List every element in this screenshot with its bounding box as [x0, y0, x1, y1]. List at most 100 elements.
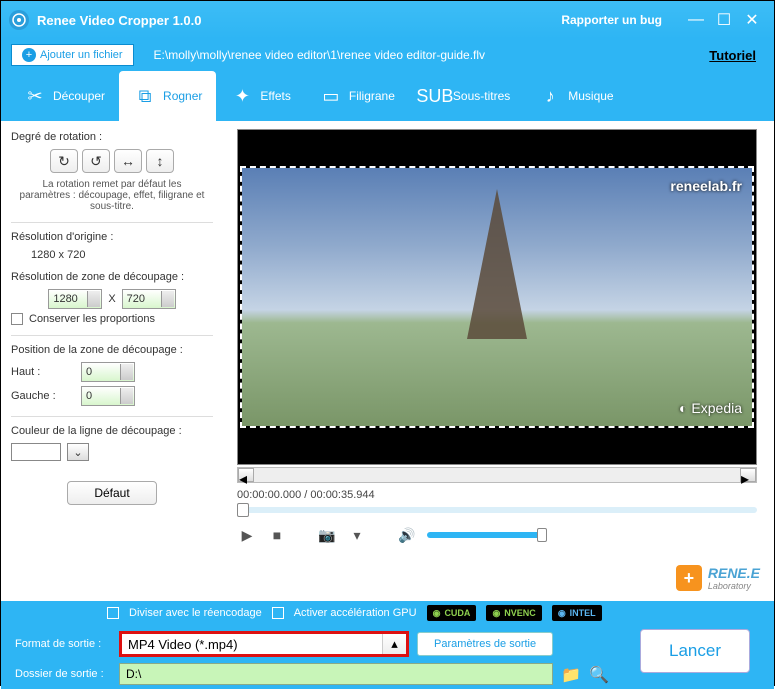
crop-top-input[interactable]: 0: [81, 362, 135, 382]
volume-slider[interactable]: [427, 532, 547, 538]
add-file-label: Ajouter un fichier: [40, 49, 123, 61]
tab-crop[interactable]: ⧉ Rogner: [119, 71, 216, 121]
maximize-button[interactable]: ☐: [710, 10, 738, 30]
watermark-text: reneelab.fr: [670, 178, 742, 194]
rene-brand: RENE.E: [708, 565, 760, 581]
file-path-display: E:\molly\molly\renee video editor\1\rene…: [154, 48, 710, 62]
tab-effects[interactable]: ✦ Effets: [216, 71, 304, 121]
folder-label: Dossier de sortie :: [15, 668, 111, 680]
tutorial-link[interactable]: Tutoriel: [709, 48, 756, 63]
tab-cut-label: Découper: [53, 89, 105, 103]
left-label: Gauche :: [11, 390, 81, 402]
scroll-right-button[interactable]: ▸: [740, 468, 756, 482]
rotation-label: Degré de rotation :: [11, 131, 213, 143]
snapshot-dropdown[interactable]: ▾: [347, 525, 367, 545]
original-resolution-value: 1280 x 720: [31, 249, 213, 261]
seek-thumb[interactable]: [237, 503, 249, 517]
music-icon: ♪: [538, 84, 562, 108]
launch-button[interactable]: Lancer: [640, 629, 750, 673]
nvenc-badge: ◉ NVENC: [486, 605, 541, 621]
close-button[interactable]: ✕: [738, 10, 766, 30]
rene-logo: + RENE.E Laboratory: [676, 565, 760, 591]
play-button[interactable]: ▶: [237, 525, 257, 545]
default-button[interactable]: Défaut: [67, 481, 157, 505]
tab-music[interactable]: ♪ Musique: [524, 71, 627, 121]
tab-cut[interactable]: ✂ Découper: [9, 71, 119, 121]
wand-icon: ✦: [230, 84, 254, 108]
crop-width-input[interactable]: 1280: [48, 289, 102, 309]
top-label: Haut :: [11, 366, 81, 378]
output-format-select[interactable]: MP4 Video (*.mp4) ▴: [119, 631, 409, 657]
subtitle-icon: SUB: [423, 84, 447, 108]
keep-ratio-label: Conserver les proportions: [29, 313, 155, 325]
output-bar: Format de sortie : MP4 Video (*.mp4) ▴ P…: [1, 625, 774, 689]
app-logo-icon: [9, 10, 29, 30]
eiffel-tower-graphic: [467, 189, 527, 339]
video-preview[interactable]: reneelab.fr ◐ Expedia: [237, 129, 757, 465]
playback-controls: ▶ ■ 📷 ▾ 🔊: [237, 525, 760, 545]
line-color-swatch[interactable]: [11, 443, 61, 461]
crop-left-input[interactable]: 0: [81, 386, 135, 406]
volume-thumb[interactable]: [537, 528, 547, 542]
scissors-icon: ✂: [23, 84, 47, 108]
tab-crop-label: Rogner: [163, 89, 202, 103]
expedia-badge: ◐ Expedia: [679, 400, 742, 416]
line-color-dropdown[interactable]: ⌄: [67, 443, 89, 461]
expedia-icon: ◐: [679, 400, 687, 416]
crop-position-label: Position de la zone de découpage :: [11, 344, 213, 356]
rotate-cw-button[interactable]: ↻: [50, 149, 78, 173]
file-toolbar: Ajouter un fichier E:\molly\molly\renee …: [1, 39, 774, 71]
crop-selection-box[interactable]: reneelab.fr ◐ Expedia: [240, 166, 754, 428]
rene-cross-icon: +: [676, 565, 702, 591]
expedia-label: Expedia: [691, 400, 742, 416]
seek-slider[interactable]: [237, 507, 757, 513]
rotate-ccw-button[interactable]: ↺: [82, 149, 110, 173]
split-reencode-checkbox[interactable]: [107, 607, 119, 619]
flip-vertical-button[interactable]: ↕: [146, 149, 174, 173]
horizontal-scrollbar[interactable]: ◂ ▸: [237, 467, 757, 483]
preview-panel: reneelab.fr ◐ Expedia ◂ ▸ 00:00:00.000 /…: [223, 121, 774, 601]
line-color-label: Couleur de la ligne de découpage :: [11, 425, 213, 437]
split-reencode-label: Diviser avec le réencodage: [129, 607, 262, 619]
scroll-left-button[interactable]: ◂: [238, 468, 254, 482]
stop-button[interactable]: ■: [267, 525, 287, 545]
format-label: Format de sortie :: [15, 638, 111, 650]
crop-icon: ⧉: [133, 84, 157, 108]
volume-button[interactable]: 🔊: [397, 525, 417, 545]
tab-subtitles[interactable]: SUB Sous-titres: [409, 71, 524, 121]
browse-folder-icon[interactable]: 📁: [561, 665, 581, 683]
x-separator: X: [108, 293, 115, 305]
intel-badge: ◉ INTEL: [552, 605, 602, 621]
tab-subtitles-label: Sous-titres: [453, 89, 510, 103]
format-dropdown-arrow[interactable]: ▴: [382, 634, 406, 654]
gpu-accel-label: Activer accélération GPU: [294, 607, 417, 619]
format-value: MP4 Video (*.mp4): [128, 637, 238, 652]
tab-music-label: Musique: [568, 89, 613, 103]
app-title: Renee Video Cropper 1.0.0: [37, 13, 561, 28]
main-tabs: ✂ Découper ⧉ Rogner ✦ Effets ▭ Filigrane…: [1, 71, 774, 121]
original-resolution-label: Résolution d'origine :: [11, 231, 213, 243]
crop-settings-panel: Degré de rotation : ↻ ↺ ↔ ↕ La rotation …: [1, 121, 223, 601]
output-settings-button[interactable]: Paramètres de sortie: [417, 632, 553, 656]
report-bug-link[interactable]: Rapporter un bug: [561, 13, 662, 27]
tab-watermark[interactable]: ▭ Filigrane: [305, 71, 409, 121]
minimize-button[interactable]: —: [682, 10, 710, 30]
encoding-options-row: Diviser avec le réencodage Activer accél…: [1, 601, 774, 625]
output-folder-input[interactable]: [119, 663, 553, 685]
rotation-note: La rotation remet par défaut les paramèt…: [19, 179, 205, 212]
tab-watermark-label: Filigrane: [349, 89, 395, 103]
keep-ratio-checkbox[interactable]: [11, 313, 23, 325]
cuda-badge: ◉ CUDA: [427, 605, 477, 621]
crop-height-input[interactable]: 720: [122, 289, 176, 309]
titlebar: Renee Video Cropper 1.0.0 Rapporter un b…: [1, 1, 774, 39]
add-file-button[interactable]: Ajouter un fichier: [11, 44, 134, 66]
gpu-accel-checkbox[interactable]: [272, 607, 284, 619]
flip-horizontal-button[interactable]: ↔: [114, 149, 142, 173]
tab-effects-label: Effets: [260, 89, 290, 103]
snapshot-button[interactable]: 📷: [317, 525, 337, 545]
watermark-icon: ▭: [319, 84, 343, 108]
main-content: Degré de rotation : ↻ ↺ ↔ ↕ La rotation …: [1, 121, 774, 601]
crop-resolution-label: Résolution de zone de découpage :: [11, 271, 213, 283]
timecode-display: 00:00:00.000 / 00:00:35.944: [237, 489, 760, 501]
open-folder-icon[interactable]: 🔍: [589, 665, 607, 683]
